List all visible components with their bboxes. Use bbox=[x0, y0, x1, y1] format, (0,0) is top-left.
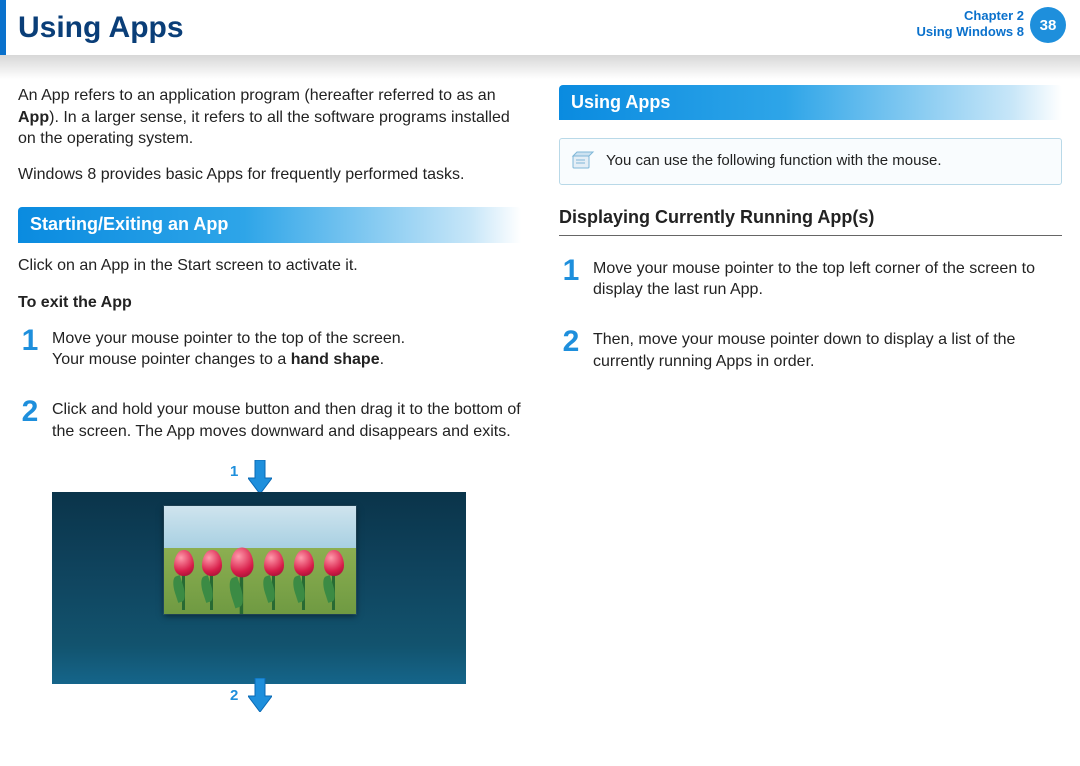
step-text: Move your mouse pointer to the top left … bbox=[593, 258, 1062, 301]
subheading-display-running: Displaying Currently Running App(s) bbox=[559, 205, 1062, 236]
step-number: 2 bbox=[18, 399, 42, 448]
step-text: Move your mouse pointer to the top of th… bbox=[52, 328, 405, 371]
app-window-illustration bbox=[164, 506, 356, 614]
section-paragraph: Click on an App in the Start screen to a… bbox=[18, 255, 521, 277]
step-number: 1 bbox=[559, 258, 583, 307]
figure-label-2: 2 bbox=[230, 686, 238, 706]
exit-steps-list: 1 Move your mouse pointer to the top of … bbox=[18, 328, 521, 448]
chapter-line: Using Windows 8 bbox=[917, 24, 1025, 40]
note-icon bbox=[570, 150, 596, 172]
step-number: 1 bbox=[18, 328, 42, 377]
arrow-down-icon bbox=[248, 460, 272, 494]
intro-paragraph-2: Windows 8 provides basic Apps for freque… bbox=[18, 164, 521, 186]
left-column: An App refers to an application program … bbox=[18, 85, 521, 698]
arrow-down-icon bbox=[248, 678, 272, 712]
section-heading-start-exit: Starting/Exiting an App bbox=[18, 207, 521, 242]
step-number: 2 bbox=[559, 329, 583, 378]
desktop-illustration bbox=[52, 492, 466, 684]
list-item: 1 Move your mouse pointer to the top lef… bbox=[559, 258, 1062, 307]
intro-paragraph: An App refers to an application program … bbox=[18, 85, 521, 150]
page-number-badge: 38 bbox=[1030, 7, 1066, 43]
note-text: You can use the following function with … bbox=[606, 152, 942, 169]
right-column: Using Apps You can use the following fun… bbox=[559, 85, 1062, 698]
list-item: 2 Then, move your mouse pointer down to … bbox=[559, 329, 1062, 378]
note-box: You can use the following function with … bbox=[559, 138, 1062, 184]
chapter-line: Chapter 2 bbox=[917, 8, 1025, 24]
figure-label-1: 1 bbox=[230, 462, 238, 482]
page-title: Using Apps bbox=[18, 11, 184, 45]
list-item: 2 Click and hold your mouse button and t… bbox=[18, 399, 521, 448]
running-steps-list: 1 Move your mouse pointer to the top lef… bbox=[559, 258, 1062, 378]
list-item: 1 Move your mouse pointer to the top of … bbox=[18, 328, 521, 377]
section-heading-using-apps: Using Apps bbox=[559, 85, 1062, 120]
chapter-block: Chapter 2 Using Windows 8 bbox=[917, 8, 1025, 41]
header-divider bbox=[0, 55, 1080, 79]
to-exit-label: To exit the App bbox=[18, 292, 521, 314]
step-text: Click and hold your mouse button and the… bbox=[52, 399, 521, 442]
exit-app-figure: 1 bbox=[52, 466, 502, 698]
step-text: Then, move your mouse pointer down to di… bbox=[593, 329, 1062, 372]
